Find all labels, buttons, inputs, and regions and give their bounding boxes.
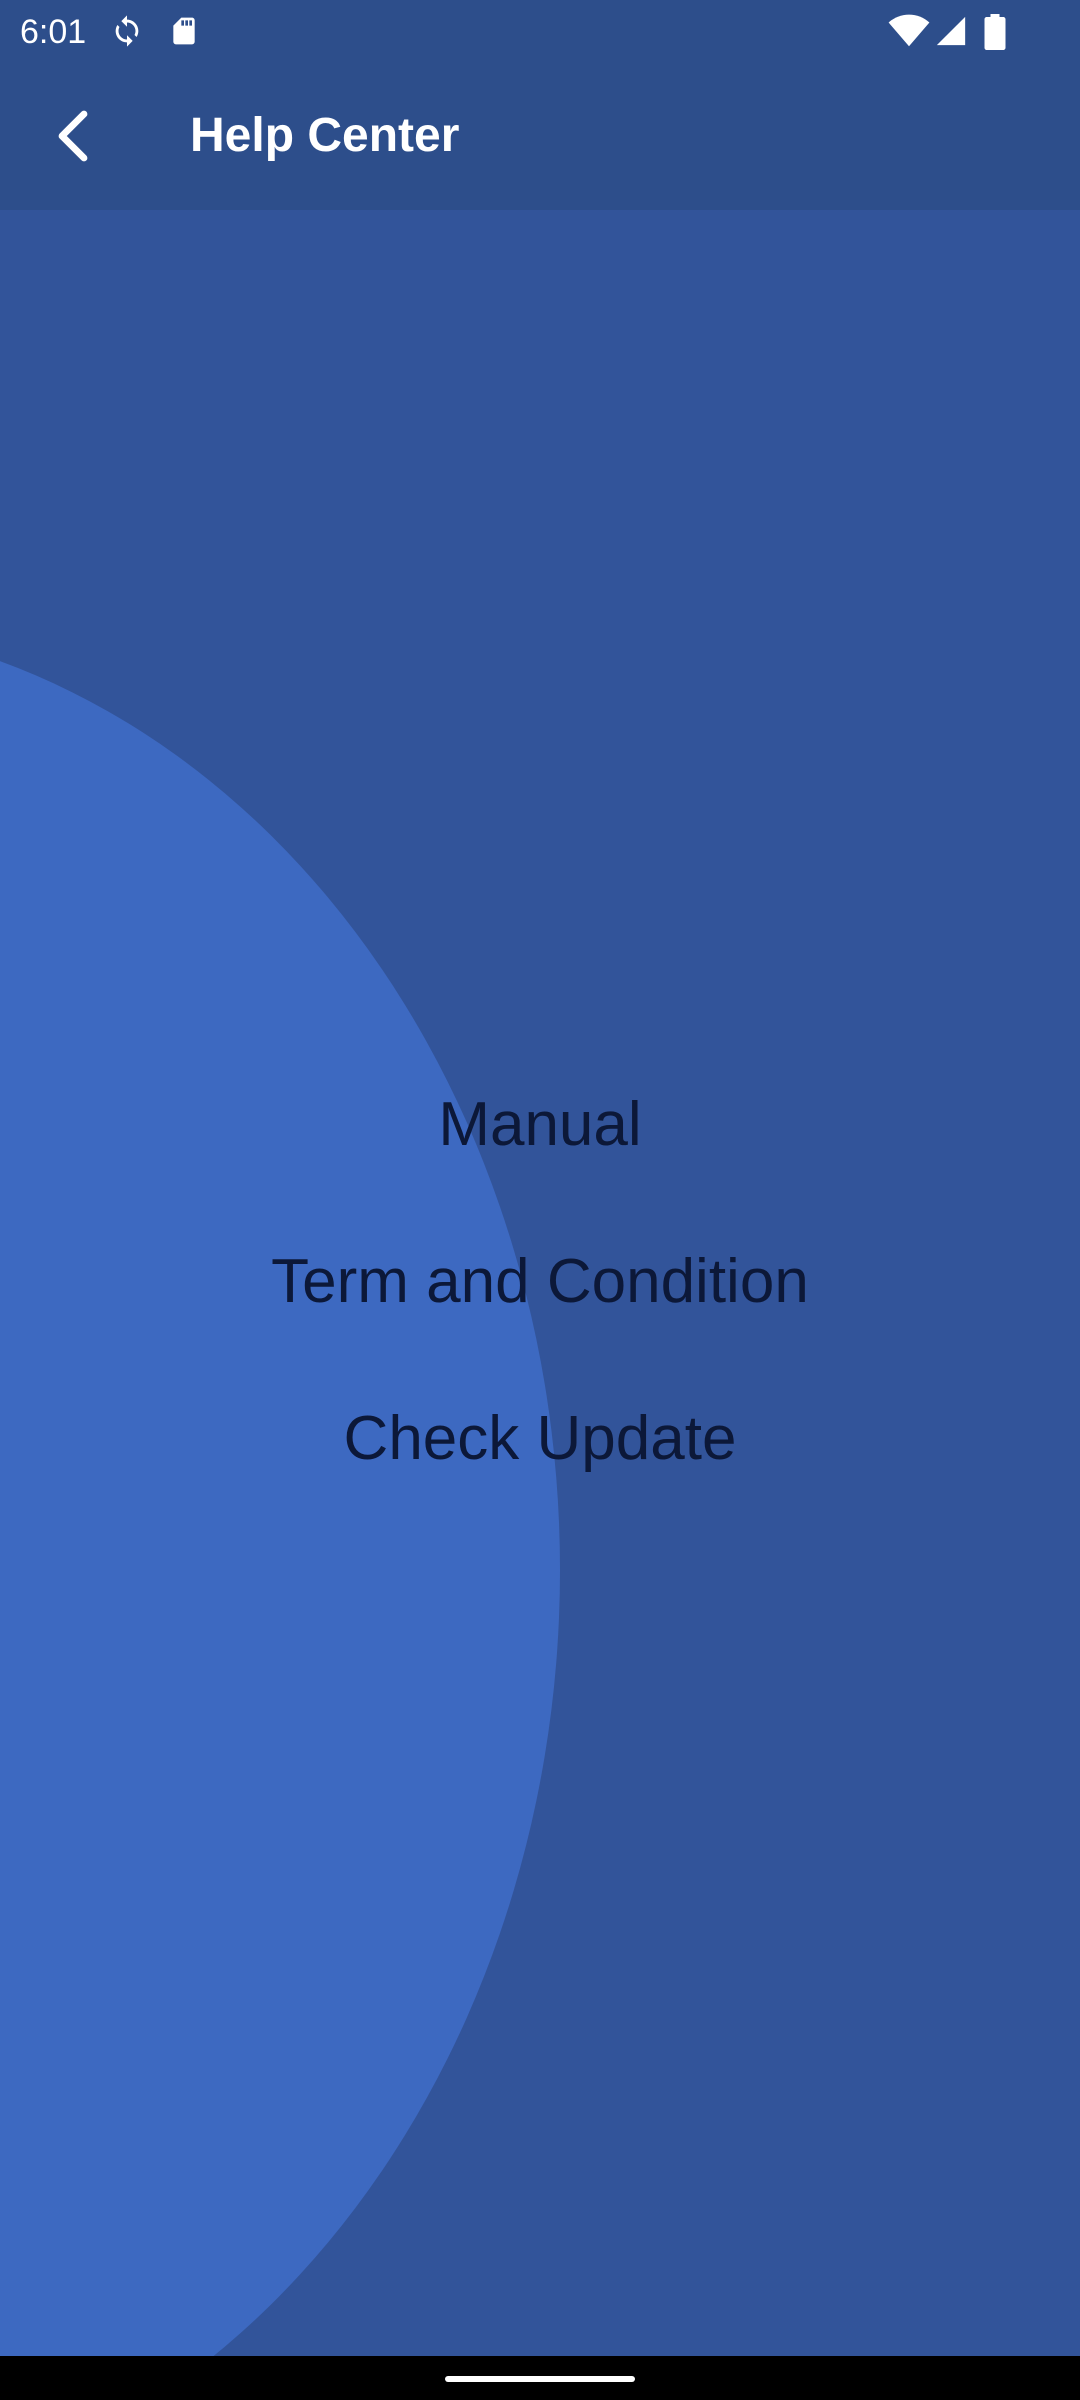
signal-icon: [936, 16, 966, 46]
battery-icon: [984, 14, 1006, 50]
menu-item-term-and-condition[interactable]: Term and Condition: [0, 1237, 1080, 1394]
menu-item-manual[interactable]: Manual: [0, 1080, 1080, 1237]
page-title: Help Center: [190, 109, 460, 162]
sd-card-icon: [173, 17, 195, 45]
app-bar: Help Center: [0, 62, 1080, 210]
menu-item-check-update[interactable]: Check Update: [0, 1394, 1080, 1551]
status-time: 6:01: [20, 13, 87, 51]
help-center-screen: 6:01 Help Center Manual Term and Conditi…: [0, 0, 1080, 2400]
wifi-icon: [888, 14, 930, 47]
help-menu: Manual Term and Condition Check Update: [0, 1080, 1080, 1551]
navigation-bar: [0, 2356, 1080, 2400]
home-indicator[interactable]: [445, 2376, 635, 2382]
sync-icon: [115, 15, 139, 47]
status-bar: 6:01: [0, 0, 1080, 62]
back-arrow-icon: [58, 110, 88, 162]
back-button[interactable]: [34, 98, 110, 174]
